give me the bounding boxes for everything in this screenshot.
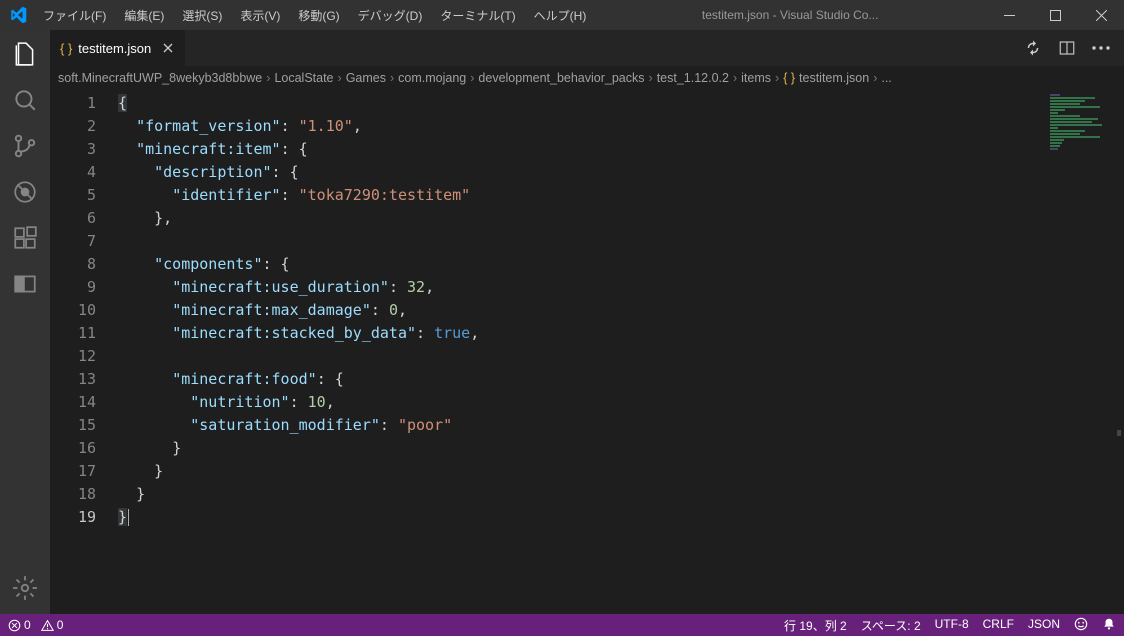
search-icon[interactable]: [11, 86, 39, 114]
warnings-indicator[interactable]: 0: [41, 618, 64, 632]
maximize-button[interactable]: [1032, 0, 1078, 30]
tab-testitem[interactable]: { } testitem.json: [50, 30, 185, 66]
line-gutter: 12345678910111213141516171819: [50, 90, 118, 614]
title-bar: ファイル(F) 編集(E) 選択(S) 表示(V) 移動(G) デバッグ(D) …: [0, 0, 1124, 30]
menu-go[interactable]: 移動(G): [290, 3, 347, 28]
settings-icon[interactable]: [11, 574, 39, 602]
code-content[interactable]: { "format_version": "1.10", "minecraft:i…: [118, 90, 1124, 614]
more-actions-icon[interactable]: [1092, 46, 1110, 50]
panel-icon[interactable]: [11, 270, 39, 298]
extensions-icon[interactable]: [11, 224, 39, 252]
breadcrumb-item[interactable]: testitem.json: [799, 71, 869, 85]
language-mode[interactable]: JSON: [1028, 617, 1060, 634]
indentation[interactable]: スペース: 2: [861, 617, 921, 634]
breadcrumb-item[interactable]: com.mojang: [398, 71, 466, 85]
menu-debug[interactable]: デバッグ(D): [350, 3, 431, 28]
source-control-icon[interactable]: [11, 132, 39, 160]
menu-bar: ファイル(F) 編集(E) 選択(S) 表示(V) 移動(G) デバッグ(D) …: [35, 3, 594, 28]
errors-indicator[interactable]: 0: [8, 618, 31, 632]
eol[interactable]: CRLF: [983, 617, 1014, 634]
activity-bar: [0, 30, 50, 614]
split-editor-icon[interactable]: [1058, 39, 1076, 57]
minimize-button[interactable]: [986, 0, 1032, 30]
status-bar: 0 0 行 19、列 2 スペース: 2 UTF-8 CRLF JSON: [0, 614, 1124, 636]
tab-bar: { } testitem.json: [50, 30, 1124, 66]
feedback-icon[interactable]: [1074, 617, 1088, 634]
notifications-icon[interactable]: [1102, 617, 1116, 634]
encoding[interactable]: UTF-8: [935, 617, 969, 634]
breadcrumb-item[interactable]: test_1.12.0.2: [657, 71, 729, 85]
tab-filename: testitem.json: [78, 41, 151, 56]
editor-area: { } testitem.json soft.MinecraftUWP_8wek…: [50, 30, 1124, 614]
debug-icon[interactable]: [11, 178, 39, 206]
breadcrumbs[interactable]: soft.MinecraftUWP_8wekyb3d8bbwe› LocalSt…: [50, 66, 1124, 90]
breadcrumb-item[interactable]: Games: [346, 71, 386, 85]
window-title: testitem.json - Visual Studio Co...: [594, 8, 986, 22]
cursor-position[interactable]: 行 19、列 2: [784, 617, 847, 634]
compare-changes-icon[interactable]: [1024, 39, 1042, 57]
menu-view[interactable]: 表示(V): [232, 3, 288, 28]
close-tab-icon[interactable]: [161, 41, 175, 55]
code-editor[interactable]: 12345678910111213141516171819 { "format_…: [50, 90, 1124, 614]
close-button[interactable]: [1078, 0, 1124, 30]
json-icon: { }: [783, 71, 795, 85]
breadcrumb-item[interactable]: items: [741, 71, 771, 85]
breadcrumb-ellipsis[interactable]: ...: [881, 71, 891, 85]
scrollbar-vertical[interactable]: [1110, 150, 1124, 614]
vscode-logo-icon: [0, 6, 35, 24]
menu-edit[interactable]: 編集(E): [116, 3, 172, 28]
menu-help[interactable]: ヘルプ(H): [526, 3, 595, 28]
menu-terminal[interactable]: ターミナル(T): [432, 3, 523, 28]
menu-select[interactable]: 選択(S): [174, 3, 230, 28]
menu-file[interactable]: ファイル(F): [35, 3, 114, 28]
breadcrumb-item[interactable]: soft.MinecraftUWP_8wekyb3d8bbwe: [58, 71, 262, 85]
breadcrumb-item[interactable]: LocalState: [274, 71, 333, 85]
json-icon: { }: [60, 41, 72, 56]
minimap[interactable]: [1050, 94, 1110, 154]
breadcrumb-item[interactable]: development_behavior_packs: [478, 71, 644, 85]
explorer-icon[interactable]: [11, 40, 39, 68]
